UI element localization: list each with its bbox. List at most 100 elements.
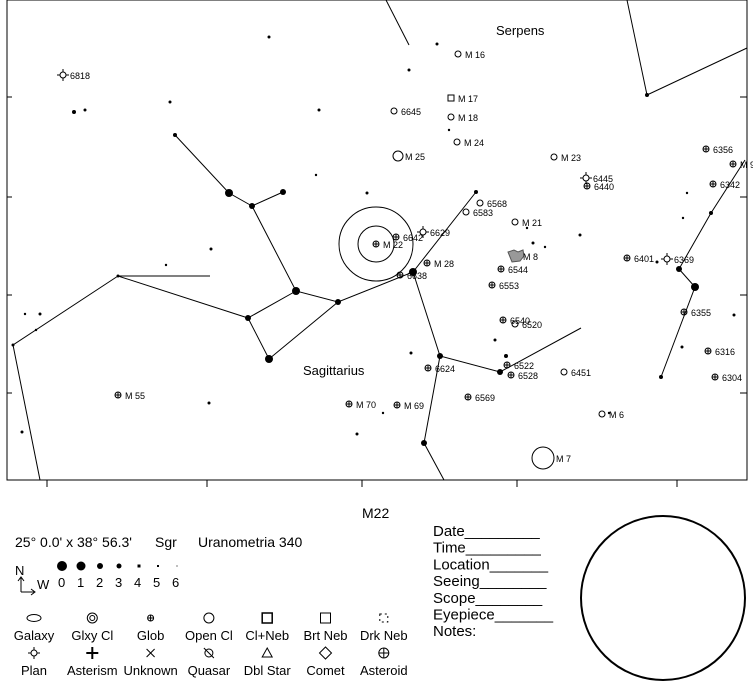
magnitude-dot xyxy=(176,565,178,567)
eyepiece-view-circle xyxy=(580,515,746,681)
deep-sky-object[interactable]: M 7 xyxy=(531,446,571,470)
legend-label: Comet xyxy=(306,663,345,678)
object-label: 6451 xyxy=(571,368,591,378)
object-label: 6316 xyxy=(715,347,735,357)
object-label: 6355 xyxy=(691,308,711,318)
star-chart: 6818 M 16 M 17 M 18 6645 M 24 M 25 M 23 6356 M 9 6… xyxy=(6,0,753,681)
chart-frame xyxy=(6,0,748,481)
deep-sky-object[interactable]: 6583 xyxy=(462,208,493,218)
legend-asteroid-icon xyxy=(378,647,390,659)
magnitude-label: 0 xyxy=(58,575,65,590)
magnitude-dot xyxy=(116,563,122,569)
star xyxy=(11,343,15,347)
star xyxy=(447,128,451,132)
deep-sky-object[interactable]: M 23 xyxy=(550,153,581,163)
deep-sky-object[interactable]: M 25 xyxy=(392,150,425,162)
legend-label: Cl+Neb xyxy=(245,628,289,643)
deep-sky-object[interactable]: 6553 xyxy=(488,281,519,291)
deep-sky-object[interactable]: M 28 xyxy=(423,259,454,269)
star xyxy=(437,353,443,359)
deep-sky-object[interactable]: 6522 xyxy=(503,361,534,371)
deep-sky-object[interactable]: M 55 xyxy=(114,391,145,401)
deep-sky-object[interactable]: 6440 xyxy=(583,182,614,192)
legend-label: Open Cl xyxy=(185,628,233,643)
star xyxy=(23,312,27,316)
observation-log-field: Notes: xyxy=(433,623,476,640)
object-label: M 18 xyxy=(458,113,478,123)
legend-quasar-icon xyxy=(203,647,215,659)
star xyxy=(685,191,689,195)
legend-galaxy-icon xyxy=(26,614,42,622)
deep-sky-object[interactable]: M 21 xyxy=(511,218,542,228)
legend-unknown-icon xyxy=(146,648,155,658)
object-label: 6369 xyxy=(674,255,694,265)
deep-sky-object[interactable]: 6624 xyxy=(424,364,455,374)
deep-sky-object[interactable]: M 24 xyxy=(453,138,484,148)
object-label: 6520 xyxy=(522,320,542,330)
object-label: M 70 xyxy=(356,400,376,410)
deep-sky-object[interactable]: 6638 xyxy=(396,271,427,281)
deep-sky-object[interactable]: M 69 xyxy=(393,401,424,411)
deep-sky-object[interactable]: 6818 xyxy=(57,69,90,81)
deep-sky-object[interactable]: M 9 xyxy=(729,160,753,170)
deep-sky-object[interactable]: M 16 xyxy=(454,50,485,60)
field-size: 25° 0.0' x 38° 56.3' xyxy=(15,534,132,550)
star xyxy=(493,338,497,342)
deep-sky-object[interactable]: 6304 xyxy=(711,373,742,383)
constellation-abbr: Sgr xyxy=(155,534,177,550)
deep-sky-object[interactable]: 6544 xyxy=(497,265,528,275)
legend-comet-icon xyxy=(318,646,333,660)
star xyxy=(365,191,369,195)
object-label: 6528 xyxy=(518,371,538,381)
constellation-name: Serpens xyxy=(496,23,545,38)
deep-sky-object[interactable]: 6316 xyxy=(704,347,735,357)
object-label: 6553 xyxy=(499,281,519,291)
star xyxy=(72,110,76,114)
star xyxy=(578,233,582,237)
star xyxy=(531,241,535,245)
observation-log-field: Date_________ xyxy=(433,523,540,540)
star xyxy=(164,263,168,267)
deep-sky-object[interactable]: 6369 xyxy=(661,253,694,265)
magnitude-dot xyxy=(137,564,141,568)
star xyxy=(116,274,120,278)
deep-sky-object[interactable]: 6569 xyxy=(464,393,495,403)
deep-sky-object[interactable]: M 18 xyxy=(447,113,478,123)
observation-log-field: Location_______ xyxy=(433,556,549,573)
star xyxy=(681,216,685,220)
deep-sky-object[interactable]: 6356 xyxy=(702,145,733,155)
deep-sky-object[interactable]: 6645 xyxy=(390,107,421,117)
deep-sky-object[interactable]: M 8 xyxy=(507,249,538,263)
star xyxy=(355,432,359,436)
object-label: M 23 xyxy=(561,153,581,163)
deep-sky-object[interactable]: M 6 xyxy=(598,410,624,420)
star xyxy=(435,42,439,46)
deep-sky-object[interactable]: M 22 xyxy=(372,240,403,250)
star xyxy=(265,355,273,363)
deep-sky-object[interactable]: M 70 xyxy=(345,400,376,410)
constellation-line xyxy=(12,275,249,481)
object-label: 6356 xyxy=(713,145,733,155)
object-label: 6629 xyxy=(430,228,450,238)
deep-sky-object[interactable]: 6451 xyxy=(560,368,591,378)
star xyxy=(20,430,24,434)
star xyxy=(249,203,255,209)
deep-sky-object[interactable]: M 17 xyxy=(447,94,478,104)
star xyxy=(280,189,286,195)
object-label: 6401 xyxy=(634,254,654,264)
constellation-name: Sagittarius xyxy=(303,363,365,378)
legend-drkneb-icon xyxy=(379,613,389,623)
object-label: M 17 xyxy=(458,94,478,104)
legend-dblstar-icon xyxy=(261,646,274,658)
star xyxy=(34,328,38,332)
constellation-line xyxy=(660,159,746,378)
deep-sky-object[interactable]: 6342 xyxy=(709,180,740,190)
deep-sky-object[interactable]: 6528 xyxy=(507,371,538,381)
magnitude-label: 3 xyxy=(115,575,122,590)
legend-glob-icon xyxy=(147,614,155,622)
deep-sky-object[interactable]: 6401 xyxy=(623,254,654,264)
star xyxy=(474,190,478,194)
star xyxy=(645,93,649,97)
star xyxy=(209,247,213,251)
legend-label: Quasar xyxy=(188,663,231,678)
